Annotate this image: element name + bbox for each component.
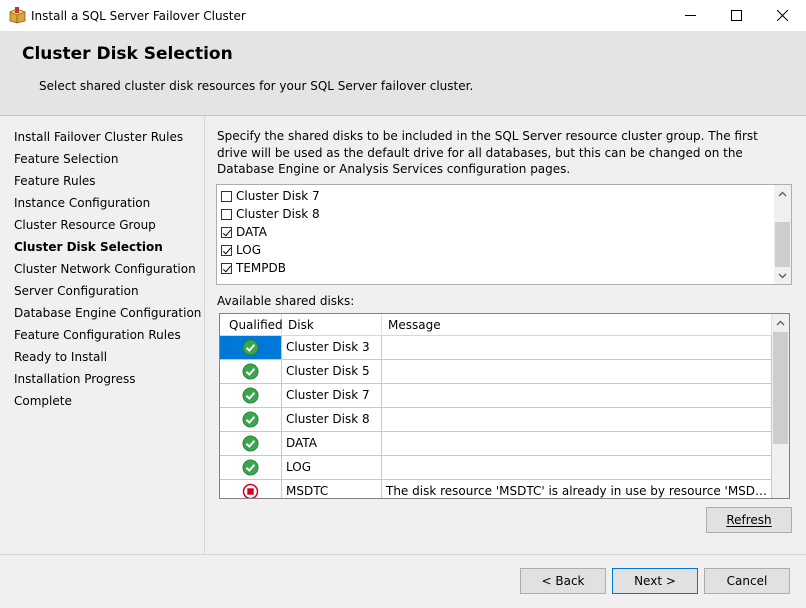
- disk-checkbox-label: DATA: [236, 225, 267, 239]
- page-header: Cluster Disk Selection Select shared clu…: [0, 31, 806, 116]
- qualified-cell[interactable]: [220, 432, 282, 455]
- disk-checkbox-label: Cluster Disk 8: [236, 207, 320, 221]
- message-cell[interactable]: [382, 432, 772, 455]
- nav-step-item[interactable]: Database Engine Configuration: [14, 305, 201, 321]
- minimize-icon: [684, 15, 696, 16]
- checklist-scrollbar[interactable]: [774, 185, 791, 284]
- table-row[interactable]: Cluster Disk 7: [220, 384, 772, 408]
- nav-step-item[interactable]: Instance Configuration: [14, 195, 150, 211]
- nav-step-item[interactable]: Feature Selection: [14, 151, 118, 167]
- disk-cell[interactable]: Cluster Disk 5: [282, 360, 382, 383]
- back-button[interactable]: < Back: [520, 568, 606, 594]
- checkbox-unchecked-icon[interactable]: [221, 208, 232, 220]
- disk-checkbox-row[interactable]: TEMPDB: [221, 259, 286, 277]
- message-cell[interactable]: [382, 456, 772, 479]
- disk-cell[interactable]: Cluster Disk 3: [282, 336, 382, 359]
- message-cell[interactable]: [382, 336, 772, 359]
- disk-checkbox-row[interactable]: Cluster Disk 7: [221, 187, 320, 205]
- grid-scroll-thumb[interactable]: [773, 332, 788, 444]
- nav-step-item[interactable]: Installation Progress: [14, 371, 136, 387]
- green-check-icon: [242, 459, 259, 476]
- page-title: Cluster Disk Selection: [22, 44, 233, 64]
- nav-step-item[interactable]: Cluster Resource Group: [14, 217, 156, 233]
- green-check-icon: [242, 387, 259, 404]
- table-row[interactable]: MSDTC The disk resource 'MSDTC' is alread…: [220, 480, 772, 498]
- disk-cell[interactable]: Cluster Disk 8: [282, 408, 382, 431]
- disk-checkbox-label: LOG: [236, 243, 262, 257]
- green-check-icon: [242, 411, 259, 428]
- qualified-cell[interactable]: [220, 456, 282, 479]
- installer-box-icon: [9, 7, 26, 24]
- nav-step-item[interactable]: Server Configuration: [14, 283, 139, 299]
- instructions-text: Specify the shared disks to be included …: [217, 129, 758, 176]
- available-disks-grid[interactable]: Qualified Disk Message Cluster Disk 3 Clu…: [219, 313, 790, 499]
- column-header-qualified[interactable]: Qualified: [220, 314, 283, 336]
- grid-scrollbar[interactable]: [772, 314, 789, 498]
- checkbox-checked-icon[interactable]: [221, 262, 232, 274]
- table-row[interactable]: Cluster Disk 3: [220, 336, 772, 360]
- qualified-cell[interactable]: [220, 336, 282, 359]
- refresh-label: Refresh: [726, 513, 772, 527]
- checkbox-unchecked-icon[interactable]: [221, 190, 232, 202]
- cancel-label: Cancel: [726, 574, 768, 588]
- scroll-down-arrow-icon[interactable]: [774, 267, 791, 284]
- disk-checkbox-label: Cluster Disk 7: [236, 189, 320, 203]
- title-bar: Install a SQL Server Failover Cluster: [0, 0, 806, 31]
- disk-checkbox-label: TEMPDB: [236, 261, 286, 275]
- maximize-button[interactable]: [713, 0, 759, 31]
- footer-divider: [0, 554, 806, 555]
- qualified-cell[interactable]: [220, 480, 282, 498]
- scroll-up-arrow-icon[interactable]: [774, 185, 791, 202]
- checkbox-checked-icon[interactable]: [221, 244, 232, 256]
- close-icon: [776, 10, 788, 21]
- green-check-icon: [242, 363, 259, 380]
- next-label: Next >: [634, 574, 676, 588]
- table-row[interactable]: DATA: [220, 432, 772, 456]
- table-row[interactable]: LOG: [220, 456, 772, 480]
- disk-cell[interactable]: Cluster Disk 7: [282, 384, 382, 407]
- nav-step-item[interactable]: Install Failover Cluster Rules: [14, 129, 183, 145]
- message-cell[interactable]: [382, 408, 772, 431]
- table-row[interactable]: Cluster Disk 8: [220, 408, 772, 432]
- maximize-icon: [730, 10, 742, 21]
- cancel-button[interactable]: Cancel: [704, 568, 790, 594]
- close-button[interactable]: [759, 0, 805, 31]
- red-stop-icon: [242, 483, 259, 498]
- message-cell[interactable]: [382, 384, 772, 407]
- grid-scroll-up-arrow-icon[interactable]: [772, 314, 789, 331]
- qualified-cell[interactable]: [220, 384, 282, 407]
- next-button[interactable]: Next >: [612, 568, 698, 594]
- disk-cell[interactable]: MSDTC: [282, 480, 382, 498]
- disk-checkbox-row[interactable]: Cluster Disk 8: [221, 205, 320, 223]
- green-check-icon: [242, 339, 259, 356]
- nav-step-item[interactable]: Cluster Disk Selection: [14, 239, 163, 255]
- message-cell[interactable]: [382, 360, 772, 383]
- disk-checkbox-row[interactable]: DATA: [221, 223, 267, 241]
- window-title: Install a SQL Server Failover Cluster: [31, 9, 246, 23]
- nav-step-item[interactable]: Ready to Install: [14, 349, 107, 365]
- green-check-icon: [242, 435, 259, 452]
- qualified-cell[interactable]: [220, 408, 282, 431]
- available-disks-label: Available shared disks:: [217, 294, 355, 308]
- nav-step-item[interactable]: Feature Configuration Rules: [14, 327, 181, 343]
- nav-step-item[interactable]: Cluster Network Configuration: [14, 261, 196, 277]
- minimize-button[interactable]: [667, 0, 713, 31]
- nav-step-item[interactable]: Complete: [14, 393, 72, 409]
- message-cell[interactable]: The disk resource 'MSDTC' is already in …: [382, 480, 772, 498]
- disk-cell[interactable]: LOG: [282, 456, 382, 479]
- column-header-message[interactable]: Message: [382, 314, 772, 336]
- refresh-button[interactable]: Refresh: [706, 507, 792, 533]
- checkbox-checked-icon[interactable]: [221, 226, 232, 238]
- back-label: < Back: [541, 574, 585, 588]
- shared-disk-checklist[interactable]: Cluster Disk 7 Cluster Disk 8 DATA LOG TEMPD…: [216, 184, 792, 285]
- page-subtitle: Select shared cluster disk resources for…: [39, 79, 474, 93]
- disk-checkbox-row[interactable]: LOG: [221, 241, 261, 259]
- column-header-disk[interactable]: Disk: [282, 314, 382, 336]
- scroll-thumb[interactable]: [775, 222, 790, 267]
- disk-cell[interactable]: DATA: [282, 432, 382, 455]
- nav-step-item[interactable]: Feature Rules: [14, 173, 96, 189]
- wizard-steps-nav: Install Failover Cluster Rules Feature Se…: [0, 116, 205, 554]
- table-row[interactable]: Cluster Disk 5: [220, 360, 772, 384]
- qualified-cell[interactable]: [220, 360, 282, 383]
